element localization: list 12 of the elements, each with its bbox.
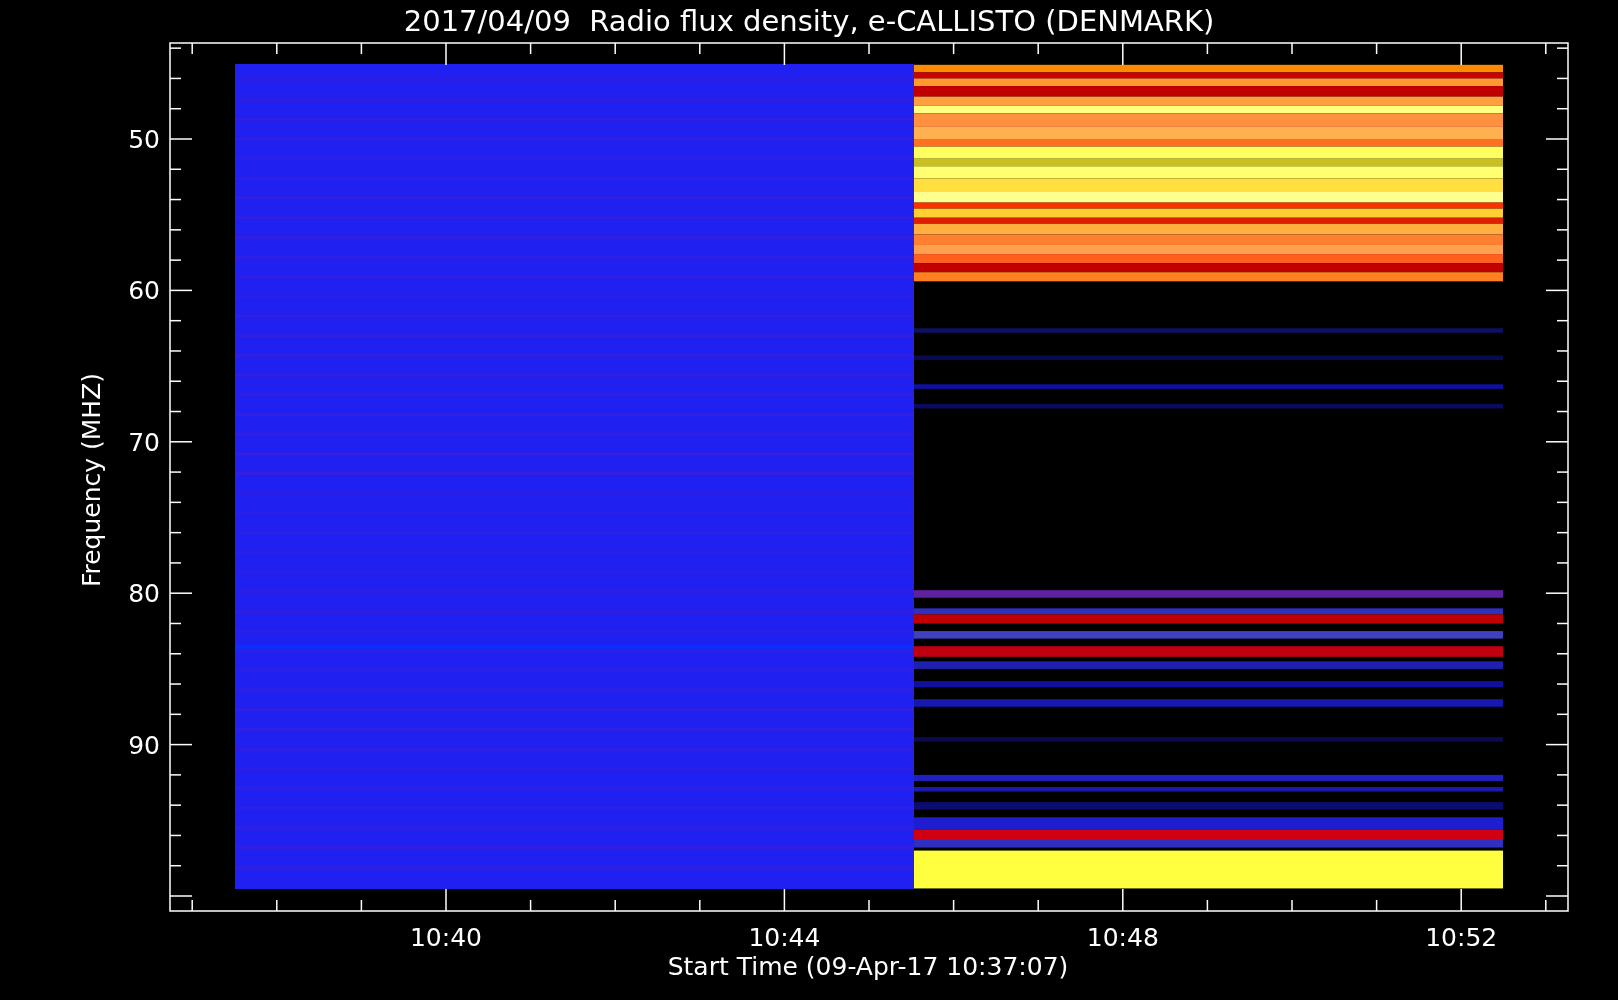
y-tick-label: 80 [128,579,160,609]
y-tick-label: 70 [128,427,160,457]
x-tick-label: 10:48 [1086,923,1159,952]
y-tick-label: 50 [128,125,160,154]
y-axis-label: Frequency (MHZ) [77,372,106,588]
x-tick-label: 10:44 [748,923,821,952]
x-axis-label: Start Time (09-Apr-17 10:37:07) [667,952,1069,981]
y-tick-label: 90 [128,730,160,760]
x-tick-label: 10:40 [410,923,482,952]
x-tick-label: 10:52 [1425,923,1498,952]
y-tick-label: 60 [128,276,160,306]
chart-title: 2017/04/09 Radio flux density, e-CALLISTO (DENMARK) [403,4,1215,38]
